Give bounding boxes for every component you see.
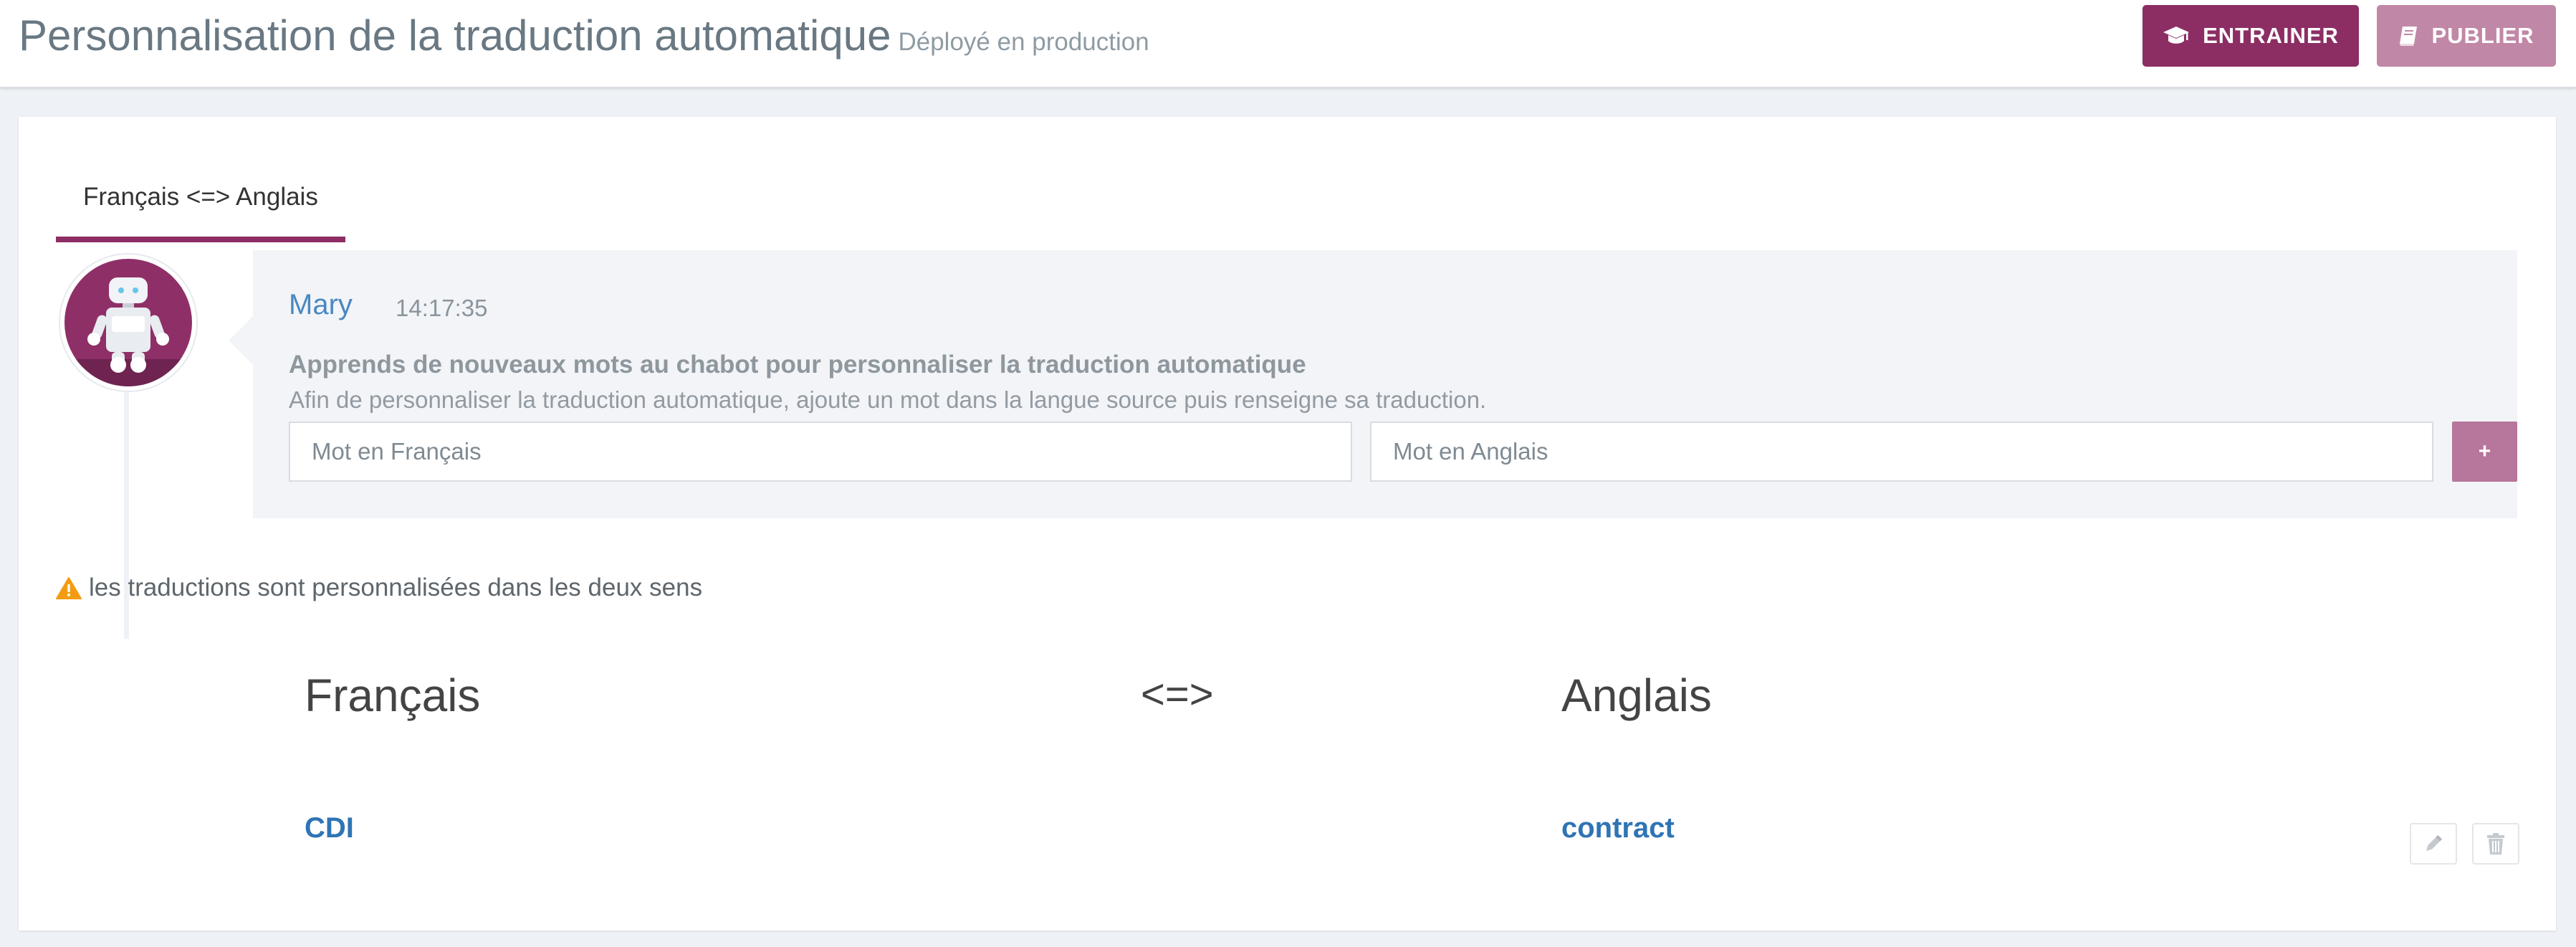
column-header-french: Français bbox=[305, 670, 481, 721]
column-header-english: Anglais bbox=[1561, 670, 1712, 721]
english-word-input[interactable] bbox=[1370, 422, 2433, 482]
row-target-word[interactable]: contract bbox=[1561, 812, 1675, 844]
warning-text: les traductions sont personnalisées dans… bbox=[89, 574, 703, 601]
french-word-input[interactable] bbox=[289, 422, 1352, 482]
delete-row-button[interactable] bbox=[2472, 823, 2519, 865]
warning-triangle-icon bbox=[56, 577, 82, 599]
book-icon bbox=[2400, 27, 2418, 46]
page-title: Personnalisation de la traduction automa… bbox=[19, 7, 1149, 71]
add-word-button[interactable]: + bbox=[2452, 422, 2517, 482]
publish-button-label: PUBLIER bbox=[2431, 23, 2534, 48]
pencil-icon bbox=[2426, 834, 2443, 851]
avatar bbox=[60, 254, 196, 391]
train-button[interactable]: ENTRAINER bbox=[2142, 5, 2359, 67]
warning-note: les traductions sont personnalisées dans… bbox=[56, 574, 702, 602]
robot-avatar-icon bbox=[64, 259, 192, 386]
column-header-direction: <=> bbox=[1141, 671, 1214, 718]
tab-francais-anglais[interactable]: Français <=> Anglais bbox=[56, 146, 345, 242]
train-button-label: ENTRAINER bbox=[2203, 23, 2339, 48]
publish-button[interactable]: PUBLIER bbox=[2377, 5, 2556, 67]
trash-icon bbox=[2487, 833, 2504, 855]
edit-row-button[interactable] bbox=[2410, 823, 2457, 865]
message-heading: Apprends de nouveaux mots au chabot pour… bbox=[289, 351, 1306, 379]
main-panel: Français <=> Anglais Mary 14:17:35 Appre… bbox=[19, 117, 2556, 931]
bot-message: Mary 14:17:35 Apprends de nouveaux mots … bbox=[229, 250, 2517, 518]
graduation-cap-icon bbox=[2163, 27, 2190, 44]
message-time: 14:17:35 bbox=[396, 295, 488, 321]
message-body: Afin de personnaliser la traduction auto… bbox=[289, 386, 1487, 413]
deployment-status: Déployé en production bbox=[898, 28, 1149, 56]
row-source-word[interactable]: CDI bbox=[305, 812, 354, 844]
page-title-text: Personnalisation de la traduction automa… bbox=[19, 11, 891, 60]
message-author: Mary bbox=[289, 289, 353, 320]
top-bar: Personnalisation de la traduction automa… bbox=[0, 0, 2576, 87]
